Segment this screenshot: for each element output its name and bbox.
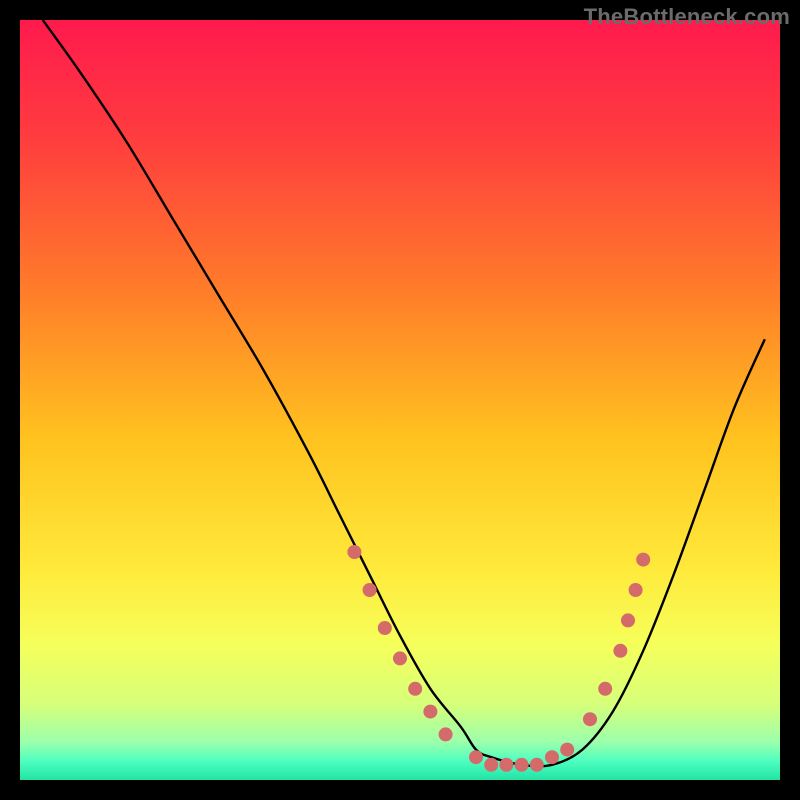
- data-marker: [393, 651, 407, 665]
- data-marker: [408, 682, 422, 696]
- plot-area: [20, 20, 780, 780]
- data-marker: [621, 613, 635, 627]
- data-marker: [560, 743, 574, 757]
- gradient-background: [20, 20, 780, 780]
- data-marker: [499, 758, 513, 772]
- data-marker: [469, 750, 483, 764]
- data-marker: [484, 758, 498, 772]
- chart-frame: TheBottleneck.com: [0, 0, 800, 800]
- data-marker: [530, 758, 544, 772]
- data-marker: [423, 705, 437, 719]
- data-marker: [378, 621, 392, 635]
- data-marker: [363, 583, 377, 597]
- data-marker: [439, 727, 453, 741]
- data-marker: [545, 750, 559, 764]
- data-marker: [583, 712, 597, 726]
- data-marker: [598, 682, 612, 696]
- data-marker: [629, 583, 643, 597]
- data-marker: [347, 545, 361, 559]
- chart-svg: [20, 20, 780, 780]
- data-marker: [636, 553, 650, 567]
- data-marker: [515, 758, 529, 772]
- data-marker: [613, 644, 627, 658]
- watermark-text: TheBottleneck.com: [584, 4, 790, 30]
